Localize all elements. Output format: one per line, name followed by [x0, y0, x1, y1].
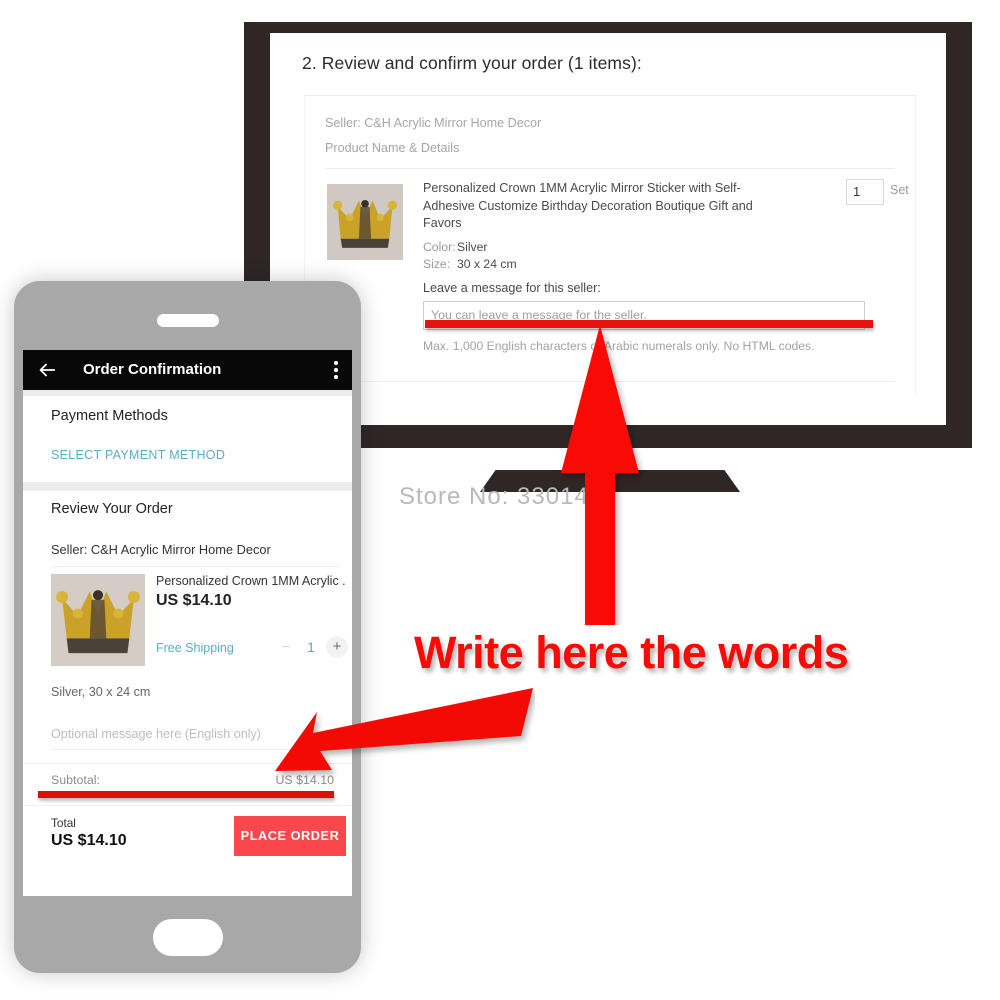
phone-screen: Order Confirmation Payment Methods SELEC… [23, 350, 352, 896]
quantity-value: 1 [307, 640, 315, 655]
review-divider [51, 566, 341, 567]
optional-message-input[interactable]: Optional message here (English only) [51, 727, 261, 741]
callout-text: Write here the words [414, 627, 849, 678]
red-up-arrow [555, 325, 645, 625]
color-label: Color: [423, 240, 456, 254]
quantity-stepper[interactable]: − 1 + [276, 636, 348, 660]
payment-methods-title: Payment Methods [51, 408, 168, 424]
crown-image [327, 184, 403, 260]
product-thumbnail[interactable] [51, 574, 145, 666]
product-attributes: Color:Silver Size: 30 x 24 cm [423, 239, 517, 273]
column-header-product: Product Name & Details [325, 141, 460, 155]
quantity-value: 1 [853, 184, 861, 199]
size-value: 30 x 24 cm [457, 257, 517, 271]
seller-line: Seller: C&H Acrylic Mirror Home Decor [325, 116, 542, 130]
phone-earpiece [156, 314, 219, 327]
review-variant: Silver, 30 x 24 cm [51, 685, 151, 699]
phone-home-button[interactable] [152, 919, 223, 956]
color-value: Silver [457, 240, 488, 254]
quantity-decrease-button[interactable]: − [276, 638, 296, 658]
total-label: Total [51, 816, 76, 830]
app-bar-title: Order Confirmation [83, 361, 222, 378]
select-payment-method-link[interactable]: SELECT PAYMENT METHOD [51, 448, 225, 462]
total-bar: Total US $14.10 PLACE ORDER [23, 805, 352, 868]
app-bar: Order Confirmation [23, 350, 352, 390]
product-name[interactable]: Personalized Crown 1MM Acrylic Mirror St… [423, 180, 768, 233]
screenshot-canvas: 2. Review and confirm your order (1 item… [0, 0, 1000, 1000]
size-label: Size: [423, 257, 451, 271]
review-product-name[interactable]: Personalized Crown 1MM Acrylic ... [156, 574, 346, 588]
page-title: 2. Review and confirm your order (1 item… [302, 53, 642, 73]
free-shipping-label[interactable]: Free Shipping [156, 641, 234, 655]
back-arrow-icon[interactable] [36, 359, 58, 381]
red-down-left-arrow [275, 688, 535, 808]
quantity-input[interactable]: 1 [846, 179, 884, 205]
phone-mockup: Order Confirmation Payment Methods SELEC… [14, 281, 361, 973]
desktop-message-highlight [425, 320, 873, 328]
more-vertical-icon[interactable] [334, 361, 338, 379]
product-thumbnail[interactable] [327, 184, 403, 260]
unit-label: Set [890, 183, 909, 197]
total-value: US $14.10 [51, 832, 127, 849]
seller-message-label: Leave a message for this seller: [423, 281, 601, 295]
divider [325, 168, 895, 169]
payment-methods-section: Payment Methods SELECT PAYMENT METHOD [23, 396, 352, 482]
quantity-increase-button[interactable]: + [326, 636, 348, 658]
review-seller: Seller: C&H Acrylic Mirror Home Decor [51, 542, 271, 557]
crown-image [52, 574, 144, 666]
section-gap-2 [23, 482, 352, 491]
review-order-title: Review Your Order [51, 501, 173, 517]
subtotal-label: Subtotal: [51, 773, 100, 787]
place-order-button[interactable]: PLACE ORDER [234, 816, 346, 856]
review-product-price: US $14.10 [156, 592, 232, 609]
